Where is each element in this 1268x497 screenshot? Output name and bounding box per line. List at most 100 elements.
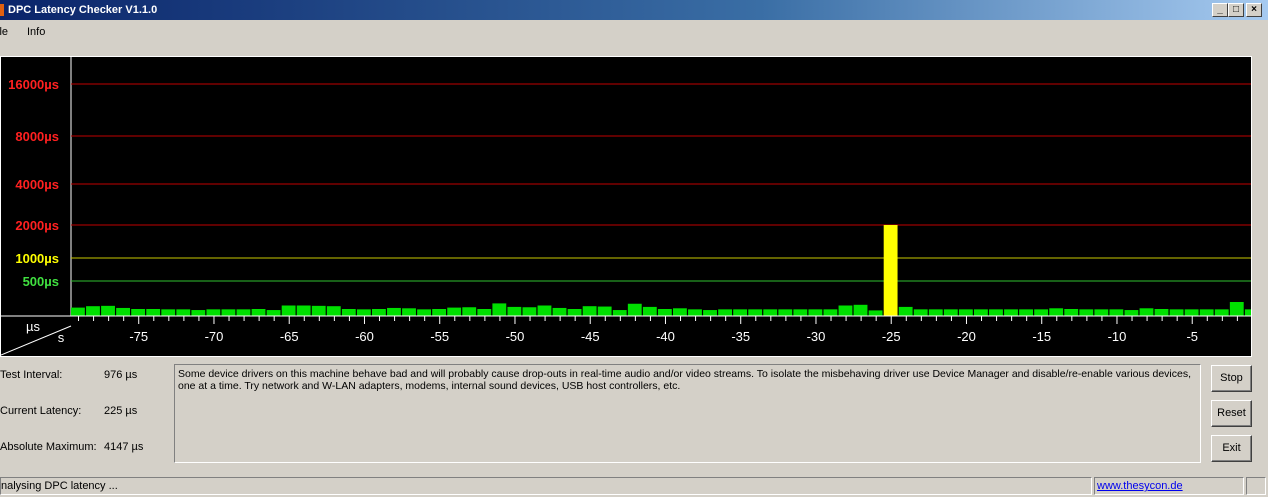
- latency-bar: [221, 309, 236, 316]
- latency-bar: [612, 310, 627, 316]
- latency-bar: [958, 309, 973, 316]
- latency-bar: [778, 309, 793, 316]
- latency-bar: [808, 309, 823, 316]
- latency-bar: [1184, 309, 1199, 316]
- latency-bar: [928, 309, 943, 316]
- x-unit-label: s: [58, 330, 65, 345]
- x-tick-label: -10: [1108, 329, 1127, 344]
- latency-bar: [838, 305, 853, 316]
- current-latency-value: 225 µs: [104, 405, 138, 417]
- resize-grip[interactable]: [1246, 477, 1266, 495]
- y-tick-label: 500µs: [23, 274, 59, 289]
- latency-bar: [1064, 309, 1079, 316]
- latency-bar: [1124, 310, 1139, 316]
- menu-file[interactable]: ile: [0, 26, 8, 38]
- latency-bar: [86, 306, 100, 316]
- latency-bar: [1169, 309, 1184, 316]
- latency-bar: [131, 309, 146, 316]
- y-tick-label: 8000µs: [15, 129, 59, 144]
- latency-bar: [146, 309, 161, 316]
- latency-bar: [1004, 309, 1018, 316]
- absolute-maximum-label: Absolute Maximum:: [0, 441, 97, 453]
- latency-bar: [537, 305, 552, 316]
- latency-bar: [477, 309, 492, 316]
- x-tick-label: -60: [355, 329, 374, 344]
- x-tick-label: -35: [731, 329, 750, 344]
- latency-bar: [1244, 309, 1251, 316]
- latency-bar: [1139, 308, 1154, 316]
- exit-button[interactable]: Exit: [1211, 435, 1252, 462]
- latency-bar: [1094, 309, 1109, 316]
- latency-bar: [101, 305, 115, 316]
- y-tick-label: 16000µs: [8, 77, 59, 92]
- latency-bar: [703, 310, 717, 316]
- latency-bar: [1049, 308, 1064, 316]
- latency-bar: [522, 307, 537, 316]
- latency-chart: 16000µs 8000µs 4000µs 2000µs 1000µs 500µs -75 -…: [0, 56, 1252, 357]
- maximize-button[interactable]: □: [1228, 3, 1244, 17]
- latency-bar: [582, 306, 597, 316]
- message-box: Some device drivers on this machine beha…: [174, 364, 1201, 463]
- x-tick-label: -20: [957, 329, 976, 344]
- latency-bar: [432, 309, 447, 316]
- title-bar: DPC Latency Checker V1.1.0 _ □ ×: [0, 0, 1268, 20]
- latency-bar: [1199, 309, 1214, 316]
- latency-bar: [1154, 309, 1169, 316]
- latency-bar: [341, 309, 356, 316]
- status-bar: nalysing DPC latency ... www.thesycon.de: [0, 475, 1268, 497]
- latency-bar: [176, 309, 191, 316]
- latency-bar: [266, 310, 281, 316]
- latency-bar: [793, 309, 808, 316]
- y-tick-label: 1000µs: [15, 251, 59, 266]
- close-button[interactable]: ×: [1246, 3, 1262, 17]
- latency-bar: [372, 309, 386, 316]
- latency-bar: [417, 309, 431, 316]
- latency-bar: [462, 307, 477, 316]
- latency-bar: [718, 309, 732, 316]
- latency-bar: [206, 309, 221, 316]
- latency-bar: [251, 309, 266, 316]
- latency-bar: [116, 307, 130, 316]
- latency-bar: [1229, 302, 1244, 316]
- latency-bar: [898, 306, 913, 316]
- latency-bar: [1079, 309, 1094, 316]
- y-unit-label: µs: [26, 319, 40, 334]
- latency-bar: [883, 225, 898, 316]
- x-tick-label: -75: [129, 329, 148, 344]
- stop-button[interactable]: Stop: [1211, 365, 1252, 392]
- latency-bar: [868, 310, 883, 316]
- menu-info[interactable]: Info: [27, 26, 45, 38]
- status-text: nalysing DPC latency ...: [0, 477, 1092, 495]
- latency-bar: [236, 309, 251, 316]
- latency-bar: [913, 309, 928, 316]
- latency-chart-svg: 16000µs 8000µs 4000µs 2000µs 1000µs 500µs -75 -…: [1, 57, 1251, 356]
- latency-bar: [673, 308, 687, 316]
- latency-bar: [597, 306, 612, 316]
- website-link[interactable]: www.thesycon.de: [1094, 477, 1244, 495]
- test-interval-label: Test Interval:: [0, 369, 63, 381]
- latency-bar: [853, 304, 868, 316]
- x-tick-label: -45: [581, 329, 600, 344]
- latency-bar: [71, 307, 85, 316]
- latency-bar: [311, 305, 326, 316]
- x-tick-label: -55: [430, 329, 449, 344]
- latency-bar: [492, 303, 507, 316]
- latency-bar: [387, 307, 401, 316]
- latency-bar: [823, 309, 838, 316]
- y-tick-label: 2000µs: [15, 218, 59, 233]
- latency-bar: [326, 306, 341, 316]
- app-icon: [0, 4, 4, 16]
- latency-bar: [161, 309, 176, 316]
- test-interval-value: 976 µs: [104, 369, 138, 381]
- latency-bar: [748, 309, 763, 316]
- x-tick-label: -30: [807, 329, 826, 344]
- absolute-maximum-value: 4147 µs: [104, 441, 144, 453]
- latency-bar: [642, 306, 657, 316]
- latency-bar: [627, 303, 642, 316]
- latency-bar: [507, 306, 522, 316]
- latency-bar: [281, 305, 296, 316]
- x-tick-label: -70: [205, 329, 224, 344]
- latency-bar: [657, 309, 672, 316]
- reset-button[interactable]: Reset: [1211, 400, 1252, 427]
- minimize-button[interactable]: _: [1212, 3, 1228, 17]
